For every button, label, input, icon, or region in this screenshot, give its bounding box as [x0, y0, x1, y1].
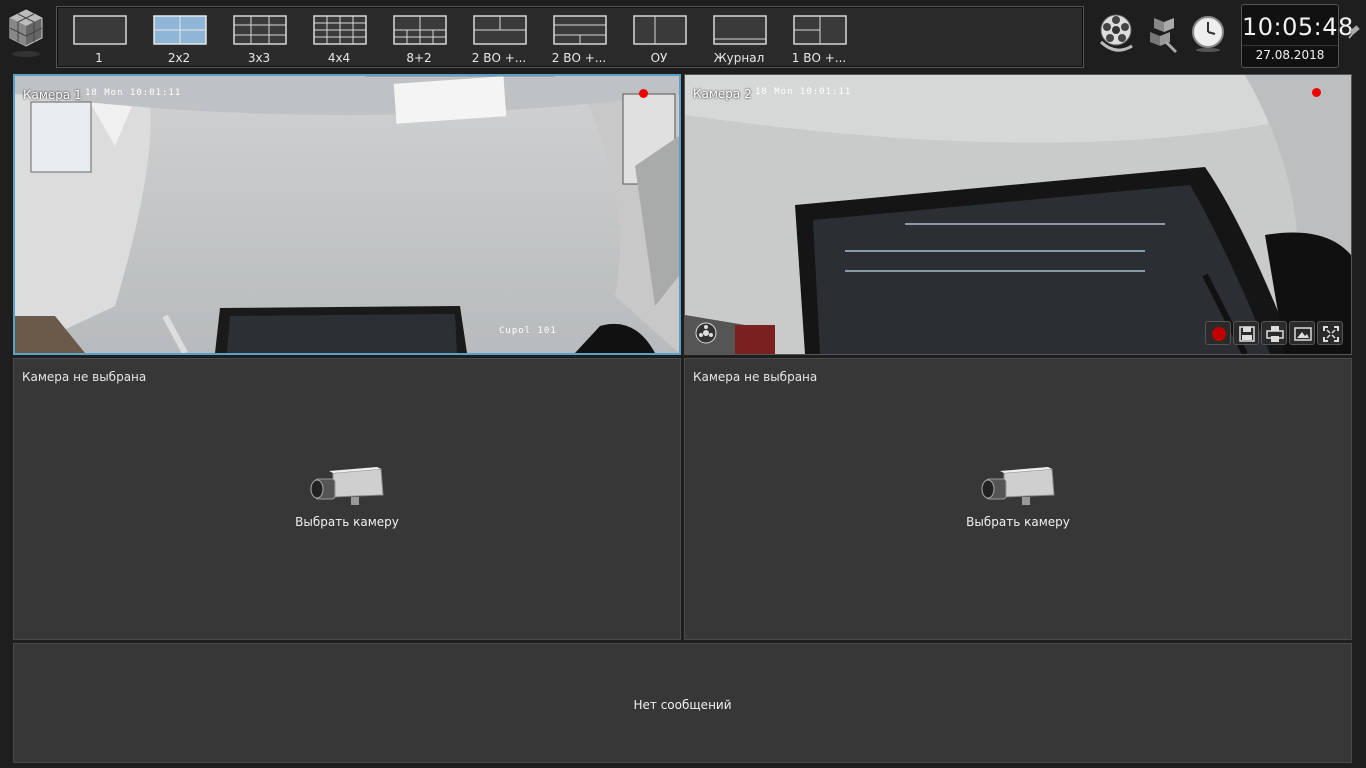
empty-cell-title: Камера не выбрана [693, 370, 818, 384]
camera-icon [981, 467, 1055, 505]
select-camera-label: Выбрать камеру [966, 515, 1070, 529]
select-camera-button[interactable]: Выбрать камеру [14, 467, 680, 529]
layout-label: 2x2 [167, 51, 191, 65]
select-camera-label: Выбрать камеру [295, 515, 399, 529]
camera-view-1[interactable]: Камера 1 18 Mon 10:01:11 Cupol 101 [13, 74, 681, 355]
layout-button-journal[interactable]: Журнал [707, 13, 771, 65]
record-button[interactable] [1205, 321, 1231, 345]
layout-button-1vo[interactable]: 1 ВО +... [787, 13, 851, 65]
video-surveillance-app: 1 2x2 3x3 4x4 8+2 2 ВО +... 2 ВО +... ОУ… [0, 0, 1366, 768]
layout-label: 3x3 [247, 51, 271, 65]
layout-label: 2 ВО +... [551, 51, 607, 65]
layout-1-icon [73, 15, 127, 45]
osd-camera-name: Cupol 101 [499, 326, 557, 336]
layout-2x2-icon [153, 15, 207, 45]
pin-icon[interactable] [1346, 22, 1362, 42]
film-reel-icon [695, 322, 717, 344]
messages-empty-text: Нет сообщений [633, 698, 732, 712]
layout-3x3-icon [233, 15, 287, 45]
film-reel-icon [1099, 14, 1133, 52]
app-logo-icon[interactable] [6, 6, 46, 62]
print-button[interactable] [1261, 321, 1287, 345]
layout-8plus2-icon [393, 15, 447, 45]
layout-button-2x2[interactable]: 2x2 [147, 13, 211, 65]
layout-ou-icon [633, 15, 687, 45]
messages-panel: Нет сообщений [13, 643, 1352, 763]
clock-settings-button[interactable] [1188, 12, 1228, 56]
camera-view-3[interactable]: Камера не выбрана Выбрать камеру [13, 358, 681, 640]
snapshot-button[interactable] [1289, 321, 1315, 345]
osd-timestamp: 18 Mon 10:01:11 [755, 87, 852, 97]
layout-label: ОУ [650, 51, 668, 65]
camera-icon [310, 467, 384, 505]
layout-button-2vo-alt[interactable]: 2 ВО +... [547, 13, 611, 65]
layout-2vo-alt-icon [553, 15, 607, 45]
camera-title: Камера 1 [23, 88, 82, 102]
layout-button-4x4[interactable]: 4x4 [307, 13, 371, 65]
layout-2vo-icon [473, 15, 527, 45]
layout-label: 1 ВО +... [791, 51, 847, 65]
layout-selector-bar: 1 2x2 3x3 4x4 8+2 2 ВО +... 2 ВО +... ОУ… [56, 6, 1084, 68]
select-camera-button[interactable]: Выбрать камеру [685, 467, 1351, 529]
image-icon [1294, 327, 1312, 341]
recording-indicator-icon [639, 89, 648, 98]
camera-view-4[interactable]: Камера не выбрана Выбрать камеру [684, 358, 1352, 640]
empty-cell-title: Камера не выбрана [22, 370, 147, 384]
floppy-disk-icon [1239, 326, 1255, 342]
camera-title: Камера 2 [693, 87, 752, 101]
layout-button-8plus2[interactable]: 8+2 [387, 13, 451, 65]
layout-1vo-icon [793, 15, 847, 45]
archive-playback-button[interactable] [693, 321, 721, 345]
recording-indicator-icon [1312, 88, 1321, 97]
camera-view-2[interactable]: Камера 2 18 Mon 10:01:11 [684, 74, 1352, 355]
film-archive-button[interactable] [1096, 12, 1136, 56]
save-button[interactable] [1233, 321, 1259, 345]
osd-timestamp: 18 Mon 10:01:11 [85, 88, 182, 98]
video-feed: Камера 1 18 Mon 10:01:11 Cupol 101 [15, 76, 679, 353]
layout-button-ou[interactable]: ОУ [627, 13, 691, 65]
wall-clock-icon [1192, 16, 1224, 52]
layout-button-3x3[interactable]: 3x3 [227, 13, 291, 65]
clock-time: 10:05:48 [1242, 13, 1354, 41]
layout-label: Журнал [713, 51, 765, 65]
layout-label: 4x4 [327, 51, 351, 65]
layout-label: 8+2 [406, 51, 432, 65]
video-feed: Камера 2 18 Mon 10:01:11 [685, 75, 1351, 354]
printer-icon [1266, 326, 1284, 342]
layout-label: 2 ВО +... [471, 51, 527, 65]
layout-label: 1 [95, 51, 103, 65]
record-icon [1212, 327, 1226, 341]
fullscreen-button[interactable] [1317, 321, 1343, 345]
layout-button-1[interactable]: 1 [67, 13, 131, 65]
fullscreen-icon [1323, 326, 1339, 342]
cubes-icon [1150, 18, 1178, 54]
layout-button-2vo[interactable]: 2 ВО +... [467, 13, 531, 65]
clock-date: 27.08.2018 [1242, 45, 1338, 62]
journal-icon [713, 15, 767, 45]
settings-cube-button[interactable] [1142, 12, 1182, 56]
layout-4x4-icon [313, 15, 367, 45]
clock-display: 10:05:48 27.08.2018 [1241, 4, 1354, 68]
